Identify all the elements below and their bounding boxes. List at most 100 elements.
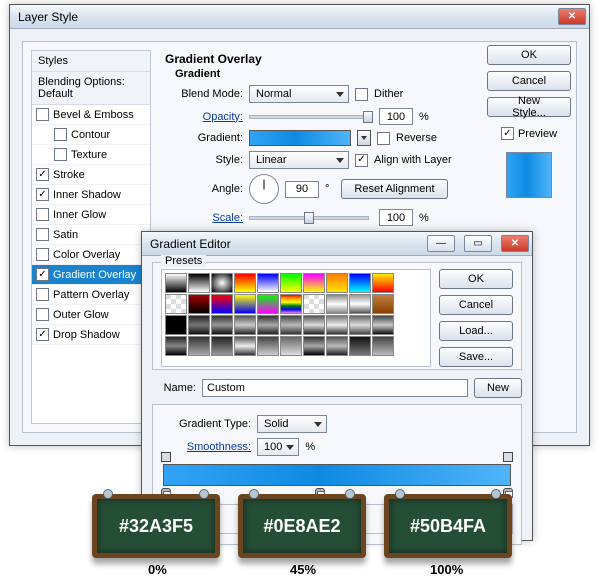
opacity-stop-left[interactable] [161,452,171,462]
preset-swatch[interactable] [280,294,302,314]
ok-button[interactable]: OK [487,45,571,65]
preset-swatch[interactable] [234,273,256,293]
preset-swatch[interactable] [257,273,279,293]
ge-load-button[interactable]: Load... [439,321,513,341]
style-checkbox[interactable] [36,188,49,201]
preset-swatch[interactable] [211,315,233,335]
style-row-gradient-overlay[interactable]: Gradient Overlay [32,265,150,285]
gradient-swatch[interactable] [249,130,351,146]
preset-swatch[interactable] [372,315,394,335]
style-row-inner-glow[interactable]: Inner Glow [32,205,150,225]
ge-ok-button[interactable]: OK [439,269,513,289]
preset-swatch[interactable] [349,315,371,335]
preset-swatch[interactable] [188,294,210,314]
style-row-satin[interactable]: Satin [32,225,150,245]
blend-mode-select[interactable]: Normal [249,85,349,103]
ge-new-button[interactable]: New [474,378,522,398]
style-checkbox[interactable] [36,328,49,341]
style-row-pattern-overlay[interactable]: Pattern Overlay [32,285,150,305]
style-row-outer-glow[interactable]: Outer Glow [32,305,150,325]
opacity-slider[interactable] [249,115,369,119]
style-checkbox[interactable] [36,268,49,281]
style-row-inner-shadow[interactable]: Inner Shadow [32,185,150,205]
preset-swatch[interactable] [165,273,187,293]
ge-cancel-button[interactable]: Cancel [439,295,513,315]
preset-swatch[interactable] [234,315,256,335]
preset-swatch[interactable] [211,273,233,293]
opacity-value[interactable]: 100 [379,108,413,125]
style-checkbox[interactable] [36,228,49,241]
preset-swatch[interactable] [349,336,371,356]
angle-value[interactable]: 90 [285,181,319,198]
opacity-stop-right[interactable] [503,452,513,462]
preset-swatch[interactable] [234,336,256,356]
style-row-drop-shadow[interactable]: Drop Shadow [32,325,150,345]
style-row-contour[interactable]: Contour [32,125,150,145]
blending-options-row[interactable]: Blending Options: Default [32,72,150,105]
preset-swatch[interactable] [280,336,302,356]
style-checkbox[interactable] [36,248,49,261]
preset-swatch[interactable] [211,336,233,356]
preset-swatch[interactable] [165,336,187,356]
scale-value[interactable]: 100 [379,209,413,226]
scale-slider[interactable] [249,216,369,220]
preset-swatch[interactable] [257,294,279,314]
name-input[interactable]: Custom [202,379,468,397]
preset-swatch[interactable] [326,336,348,356]
preset-swatch[interactable] [257,336,279,356]
style-row-stroke[interactable]: Stroke [32,165,150,185]
preset-swatch[interactable] [188,315,210,335]
preset-swatch[interactable] [188,336,210,356]
style-row-color-overlay[interactable]: Color Overlay [32,245,150,265]
style-checkbox[interactable] [36,168,49,181]
preset-swatch[interactable] [188,273,210,293]
preset-swatch[interactable] [372,273,394,293]
styles-header[interactable]: Styles [32,51,150,72]
reverse-checkbox[interactable] [377,132,390,145]
preset-swatch[interactable] [326,294,348,314]
preset-swatch[interactable] [165,294,187,314]
smoothness-value[interactable]: 100 [257,438,299,456]
style-checkbox[interactable] [36,288,49,301]
style-row-texture[interactable]: Texture [32,145,150,165]
cancel-button[interactable]: Cancel [487,71,571,91]
gradient-bar[interactable] [163,464,511,486]
minimize-icon[interactable]: — [427,235,455,252]
preset-swatch[interactable] [257,315,279,335]
preview-checkbox[interactable] [501,127,514,140]
gradient-type-select[interactable]: Solid [257,415,327,433]
preset-swatch[interactable] [280,315,302,335]
preset-swatch[interactable] [303,315,325,335]
preset-swatch[interactable] [372,294,394,314]
dither-checkbox[interactable] [355,88,368,101]
style-checkbox[interactable] [54,148,67,161]
style-checkbox[interactable] [36,308,49,321]
close-icon[interactable]: ✕ [501,235,529,252]
preset-swatch[interactable] [349,294,371,314]
preset-swatch[interactable] [303,294,325,314]
preset-swatch[interactable] [211,294,233,314]
maximize-icon[interactable]: ▭ [464,235,492,252]
preset-swatch[interactable] [303,336,325,356]
preset-swatch[interactable] [234,294,256,314]
preset-swatch[interactable] [349,273,371,293]
preset-swatch[interactable] [372,336,394,356]
angle-dial[interactable] [249,174,279,204]
style-select[interactable]: Linear [249,151,349,169]
preset-swatch[interactable] [326,315,348,335]
gradient-picker-caret[interactable] [357,130,371,146]
close-icon[interactable]: ✕ [558,8,586,25]
reset-alignment-button[interactable]: Reset Alignment [341,179,447,199]
new-style-button[interactable]: New Style... [487,97,571,117]
preset-swatch[interactable] [326,273,348,293]
preset-swatch[interactable] [303,273,325,293]
align-checkbox[interactable] [355,154,368,167]
ge-save-button[interactable]: Save... [439,347,513,367]
style-row-bevel-emboss[interactable]: Bevel & Emboss [32,105,150,125]
style-checkbox[interactable] [54,128,67,141]
preset-swatch[interactable] [280,273,302,293]
preset-swatch[interactable] [165,315,187,335]
style-checkbox[interactable] [36,108,49,121]
style-checkbox[interactable] [36,208,49,221]
presets-grid[interactable] [161,269,431,367]
